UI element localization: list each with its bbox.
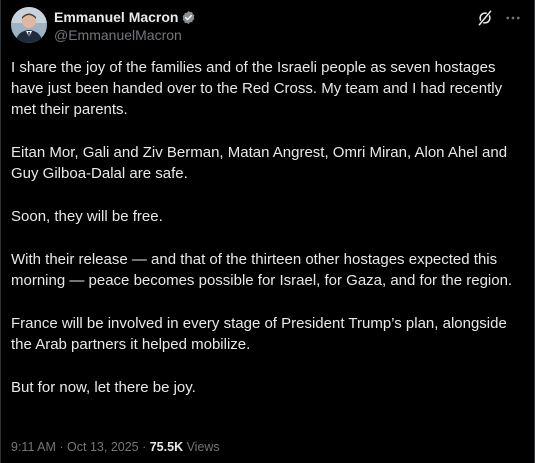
tweet-paragraph: With their release — and that of the thi… — [11, 251, 513, 289]
tweet-paragraph: I share the joy of the families and of t… — [11, 59, 503, 118]
display-name-row: Emmanuel Macron — [54, 8, 196, 26]
meta-separator: · — [138, 440, 150, 454]
avatar[interactable] — [11, 7, 47, 43]
views-count: 75.5K — [149, 440, 184, 454]
tweet-paragraph: Eitan Mor, Gali and Ziv Berman, Matan An… — [11, 144, 508, 182]
tweet-time[interactable]: 9:11 AM — [11, 440, 56, 454]
tweet-paragraph: France will be involved in every stage o… — [11, 315, 507, 353]
tweet-meta: 9:11 AM · Oct 13, 2025 · 75.5K Views — [11, 438, 220, 456]
author-names: Emmanuel Macron @EmmanuelMacron — [54, 8, 196, 44]
tweet-paragraph: Soon, they will be free. — [11, 208, 163, 225]
tweet-text: I share the joy of the families and of t… — [11, 57, 526, 420]
views-label: Views — [183, 440, 220, 454]
author-display-name[interactable]: Emmanuel Macron — [54, 8, 178, 26]
header-actions — [476, 9, 522, 27]
tweet-date[interactable]: Oct 13, 2025 — [67, 440, 139, 454]
tweet-paragraph: But for now, let there be joy. — [11, 379, 196, 396]
more-icon[interactable] — [504, 9, 522, 27]
verified-badge-icon — [183, 10, 195, 24]
meta-separator: · — [55, 440, 68, 454]
author-handle[interactable]: @EmmanuelMacron — [54, 26, 196, 44]
tweet: Emmanuel Macron @EmmanuelMacron I share — [0, 0, 535, 463]
grok-icon[interactable] — [476, 9, 494, 27]
tweet-header: Emmanuel Macron @EmmanuelMacron — [11, 7, 526, 43]
